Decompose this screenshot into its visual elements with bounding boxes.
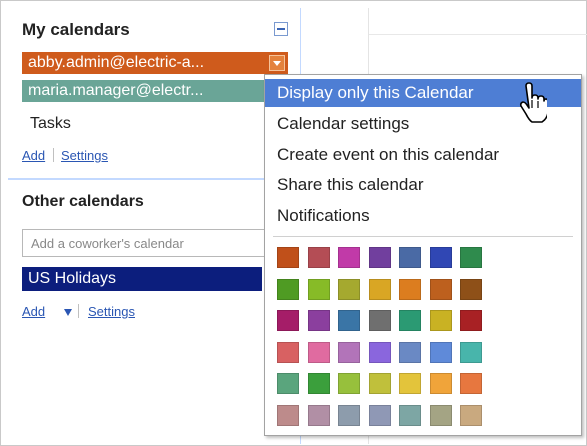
color-swatch[interactable] xyxy=(307,310,330,331)
color-swatch[interactable] xyxy=(460,278,482,300)
color-swatch[interactable] xyxy=(429,341,452,363)
color-swatch[interactable] xyxy=(399,341,421,363)
add-calendar-link[interactable]: Add xyxy=(22,148,45,163)
color-swatch[interactable] xyxy=(368,247,391,268)
color-swatch[interactable] xyxy=(460,247,482,268)
color-swatch[interactable] xyxy=(460,373,482,394)
hand-cursor-icon xyxy=(519,82,547,123)
my-calendars-title: My calendars xyxy=(22,20,130,39)
link-separator xyxy=(53,148,54,162)
calendar-options-menu: Display only this Calendar Calendar sett… xyxy=(264,74,582,436)
add-other-calendar-link[interactable]: Add xyxy=(22,304,45,319)
color-swatch[interactable] xyxy=(338,341,360,363)
color-swatch[interactable] xyxy=(307,341,330,363)
color-swatch[interactable] xyxy=(277,373,299,394)
settings-link[interactable]: Settings xyxy=(61,148,108,163)
color-swatch[interactable] xyxy=(399,373,421,394)
color-swatch[interactable] xyxy=(277,278,299,300)
color-swatch[interactable] xyxy=(277,404,299,426)
menu-item-create-event[interactable]: Create event on this calendar xyxy=(265,141,581,169)
color-swatch[interactable] xyxy=(429,373,452,394)
color-swatch[interactable] xyxy=(338,278,360,300)
color-swatch[interactable] xyxy=(338,404,360,426)
calendar-item-abby[interactable]: abby.admin@electric-a... xyxy=(22,52,288,74)
menu-item-notifications[interactable]: Notifications xyxy=(265,202,581,230)
add-dropdown-arrow-icon[interactable] xyxy=(64,309,72,316)
color-swatch[interactable] xyxy=(460,404,482,426)
color-swatch[interactable] xyxy=(277,310,299,331)
calendar-menu-arrow-icon[interactable] xyxy=(269,55,285,71)
color-swatch[interactable] xyxy=(277,247,299,268)
add-coworker-calendar-input[interactable]: Add a coworker's calendar xyxy=(22,229,284,257)
color-swatch[interactable] xyxy=(460,341,482,363)
color-swatch[interactable] xyxy=(368,310,391,331)
calendar-item-us-holidays[interactable]: US Holidays xyxy=(22,267,262,291)
color-swatch[interactable] xyxy=(368,404,391,426)
color-swatch[interactable] xyxy=(277,341,299,363)
calendar-item-maria[interactable]: maria.manager@electr... xyxy=(22,80,288,102)
color-swatch[interactable] xyxy=(307,373,330,394)
link-separator xyxy=(78,304,79,318)
color-swatch[interactable] xyxy=(338,247,360,268)
menu-item-share-calendar[interactable]: Share this calendar xyxy=(265,171,581,199)
color-swatch[interactable] xyxy=(368,341,391,363)
other-calendars-title: Other calendars xyxy=(22,193,144,210)
calendar-item-label: maria.manager@electr... xyxy=(28,82,204,99)
color-swatch[interactable] xyxy=(429,404,452,426)
color-swatch[interactable] xyxy=(307,278,330,300)
color-swatch[interactable] xyxy=(460,310,482,331)
color-swatch[interactable] xyxy=(338,373,360,394)
color-swatch[interactable] xyxy=(399,278,421,300)
color-swatch[interactable] xyxy=(307,404,330,426)
color-swatch[interactable] xyxy=(399,310,421,331)
menu-divider xyxy=(273,236,573,237)
calendar-item-label: abby.admin@electric-a... xyxy=(28,54,205,71)
grid-line xyxy=(368,34,587,35)
section-divider xyxy=(8,178,295,180)
other-settings-link[interactable]: Settings xyxy=(88,304,135,319)
color-swatch[interactable] xyxy=(429,278,452,300)
color-swatch[interactable] xyxy=(429,310,452,331)
calendar-item-tasks[interactable]: Tasks xyxy=(30,115,71,133)
color-swatch[interactable] xyxy=(399,247,421,268)
color-swatch[interactable] xyxy=(307,247,330,268)
color-swatch[interactable] xyxy=(399,404,421,426)
color-swatch[interactable] xyxy=(429,247,452,268)
color-swatch[interactable] xyxy=(338,310,360,331)
color-swatch[interactable] xyxy=(368,278,391,300)
color-swatch[interactable] xyxy=(368,373,391,394)
collapse-icon[interactable] xyxy=(274,22,288,36)
